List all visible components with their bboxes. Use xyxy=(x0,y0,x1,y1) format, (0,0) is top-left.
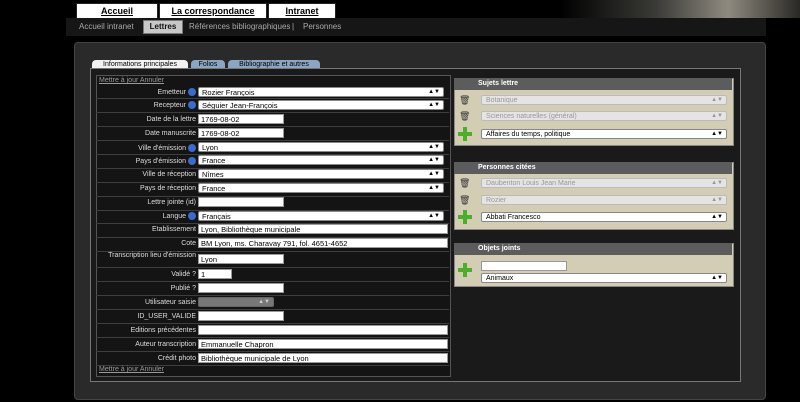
label-valide: Validé ? xyxy=(171,271,196,278)
subnav-separator: | xyxy=(292,22,295,31)
info-icon[interactable] xyxy=(188,101,196,109)
id-user-valide-input[interactable] xyxy=(198,311,284,321)
trash-icon[interactable]: 🗑 xyxy=(459,178,470,188)
label-pays-emission: Pays d'émission xyxy=(136,157,196,165)
recepteur-select[interactable]: Séguier Jean-François ▲▼ xyxy=(198,100,444,110)
subnav-personnes[interactable]: Personnes xyxy=(303,22,341,31)
label-etablissement: Etablissement xyxy=(152,226,196,233)
label-pays-reception: Pays de réception xyxy=(139,185,196,192)
auteur-transcription-input[interactable]: Emmanuelle Chapron xyxy=(198,339,448,349)
top-navigation: Accueil La correspondance Intranet xyxy=(0,0,800,18)
info-icon[interactable] xyxy=(188,88,196,96)
objets-header: Objets joints xyxy=(454,243,732,255)
nav-tab-accueil[interactable]: Accueil xyxy=(76,3,158,18)
personne-select-1: Daubenton Louis Jean Marie ▲▼ xyxy=(481,178,727,188)
transcription-lieu-input[interactable]: Lyon xyxy=(198,254,284,264)
personne-new-select[interactable]: Abbati Francesco ▲▼ xyxy=(481,212,727,222)
objet-select[interactable]: Animaux ▲▼ xyxy=(481,273,727,283)
label-emetteur: Emetteur xyxy=(158,88,196,96)
label-langue: Langue xyxy=(163,212,196,220)
editions-precedentes-input[interactable] xyxy=(198,325,448,335)
pays-reception-select[interactable]: France ▲▼ xyxy=(198,183,444,193)
sujet-new-select[interactable]: Affaires du temps, politique ▲▼ xyxy=(481,129,727,139)
trash-icon[interactable]: 🗑 xyxy=(459,195,470,205)
info-icon[interactable] xyxy=(188,144,196,152)
label-date-lettre: Date de la lettre xyxy=(146,116,196,123)
credit-photo-input[interactable]: Bibliothèque municipale de Lyon xyxy=(198,353,448,363)
label-auteur-transcription: Auteur transcription xyxy=(135,341,196,348)
sujet-select-1: Botanique ▲▼ xyxy=(481,95,727,105)
header-banner-image xyxy=(560,0,800,18)
nav-tab-intranet[interactable]: Intranet xyxy=(268,3,336,18)
label-ville-reception: Ville de réception xyxy=(142,171,196,178)
add-icon[interactable] xyxy=(457,126,473,142)
publie-input[interactable] xyxy=(198,283,284,293)
label-ville-emission: Ville d'émission xyxy=(138,144,196,152)
date-lettre-input[interactable]: 1769-08-02 xyxy=(198,114,284,124)
objet-input[interactable] xyxy=(481,261,567,271)
info-icon[interactable] xyxy=(188,212,196,220)
valide-input[interactable]: 1 xyxy=(198,269,232,279)
subnav-references[interactable]: Références bibliographiques xyxy=(189,22,290,31)
label-date-manuscrite: Date manuscrite xyxy=(145,130,196,137)
ville-reception-select[interactable]: Nîmes ▲▼ xyxy=(198,169,444,179)
label-credit-photo: Crédit photo xyxy=(157,355,196,362)
update-cancel-link-top[interactable]: Mettre à jour Annuler xyxy=(99,77,164,84)
etablissement-input[interactable]: Lyon, Bibliothèque municipale xyxy=(198,224,448,234)
emetteur-select[interactable]: Rozier François ▲▼ xyxy=(198,87,444,97)
utilisateur-saisie-select: ▲▼ xyxy=(198,297,274,307)
label-id-user-valide: ID_USER_VALIDE xyxy=(137,313,196,320)
langue-select[interactable]: Français ▲▼ xyxy=(198,211,444,221)
add-icon[interactable] xyxy=(457,262,473,278)
update-cancel-link-bottom[interactable]: Mettre à jour Annuler xyxy=(99,366,164,373)
personne-select-2: Rozier ▲▼ xyxy=(481,195,727,205)
label-transcription-lieu: Transcription lieu d'émission xyxy=(108,252,196,259)
pays-emission-select[interactable]: France ▲▼ xyxy=(198,155,444,165)
nav-tab-correspondance[interactable]: La correspondance xyxy=(159,3,267,18)
lettre-jointe-input[interactable] xyxy=(198,197,284,207)
trash-icon[interactable]: 🗑 xyxy=(459,111,470,121)
trash-icon[interactable]: 🗑 xyxy=(459,95,470,105)
date-manuscrite-input[interactable]: 1769-08-02 xyxy=(198,128,284,138)
sujet-select-2: Sciences naturelles (général) ▲▼ xyxy=(481,111,727,121)
subnav-accueil-intranet[interactable]: Accueil intranet xyxy=(79,22,134,31)
label-cote: Cote xyxy=(181,240,196,247)
subnav-lettres[interactable]: Lettres xyxy=(143,20,183,34)
label-lettre-jointe: Lettre jointe (id) xyxy=(147,199,196,206)
add-icon[interactable] xyxy=(457,209,473,225)
label-editions-precedentes: Editions précédentes xyxy=(130,327,196,334)
personnes-header: Personnes citées xyxy=(454,162,732,174)
cote-input[interactable]: BM Lyon, ms. Charavay 791, fol. 4651-465… xyxy=(198,238,448,248)
info-icon[interactable] xyxy=(188,157,196,165)
label-publie: Publié ? xyxy=(170,285,196,292)
ville-emission-select[interactable]: Lyon ▲▼ xyxy=(198,142,444,152)
label-recepteur: Recepteur xyxy=(154,101,196,109)
label-utilisateur-saisie: Utilisateur saisie xyxy=(145,299,196,306)
sujets-header: Sujets lettre xyxy=(454,78,732,90)
